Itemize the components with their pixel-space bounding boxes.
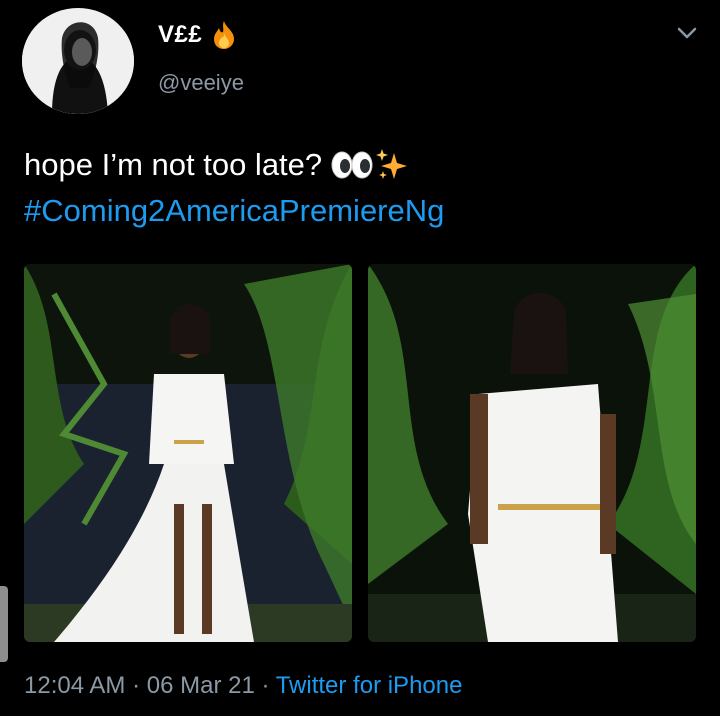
profile-photo-icon xyxy=(22,8,134,114)
fire-icon xyxy=(210,20,238,50)
photo-woman-white-dress-full-icon xyxy=(24,264,352,642)
tweet-photo-2[interactable] xyxy=(368,264,696,642)
tweet-body-text: hope I’m not too late? xyxy=(24,147,323,182)
tweet-time[interactable]: 12:04 AM xyxy=(24,672,125,699)
screen-edge-marker xyxy=(0,586,8,662)
photo-woman-white-dress-closeup-icon xyxy=(368,264,696,642)
tweet-text: hope I’m not too late? #Coming2AmericaPr… xyxy=(24,142,444,234)
author-handle[interactable]: @veeiye xyxy=(158,70,244,96)
display-name[interactable]: V££ xyxy=(158,21,202,49)
separator: · xyxy=(125,672,147,699)
separator: · xyxy=(254,672,276,699)
hashtag-link[interactable]: #Coming2AmericaPremiereNg xyxy=(24,188,444,234)
tweet-meta: 12:04 AM · 06 Mar 21 · Twitter for iPhon… xyxy=(24,672,462,700)
author-name-row[interactable]: V££ xyxy=(158,20,238,50)
media-grid xyxy=(24,264,696,642)
tweet-date[interactable]: 06 Mar 21 xyxy=(147,672,255,699)
eyes-emoji-icon xyxy=(331,151,373,179)
tweet-source-link[interactable]: Twitter for iPhone xyxy=(276,672,463,699)
avatar[interactable] xyxy=(22,8,134,114)
chevron-down-icon[interactable] xyxy=(674,20,700,46)
sparkles-emoji-icon xyxy=(376,149,408,179)
tweet-photo-1[interactable] xyxy=(24,264,352,642)
